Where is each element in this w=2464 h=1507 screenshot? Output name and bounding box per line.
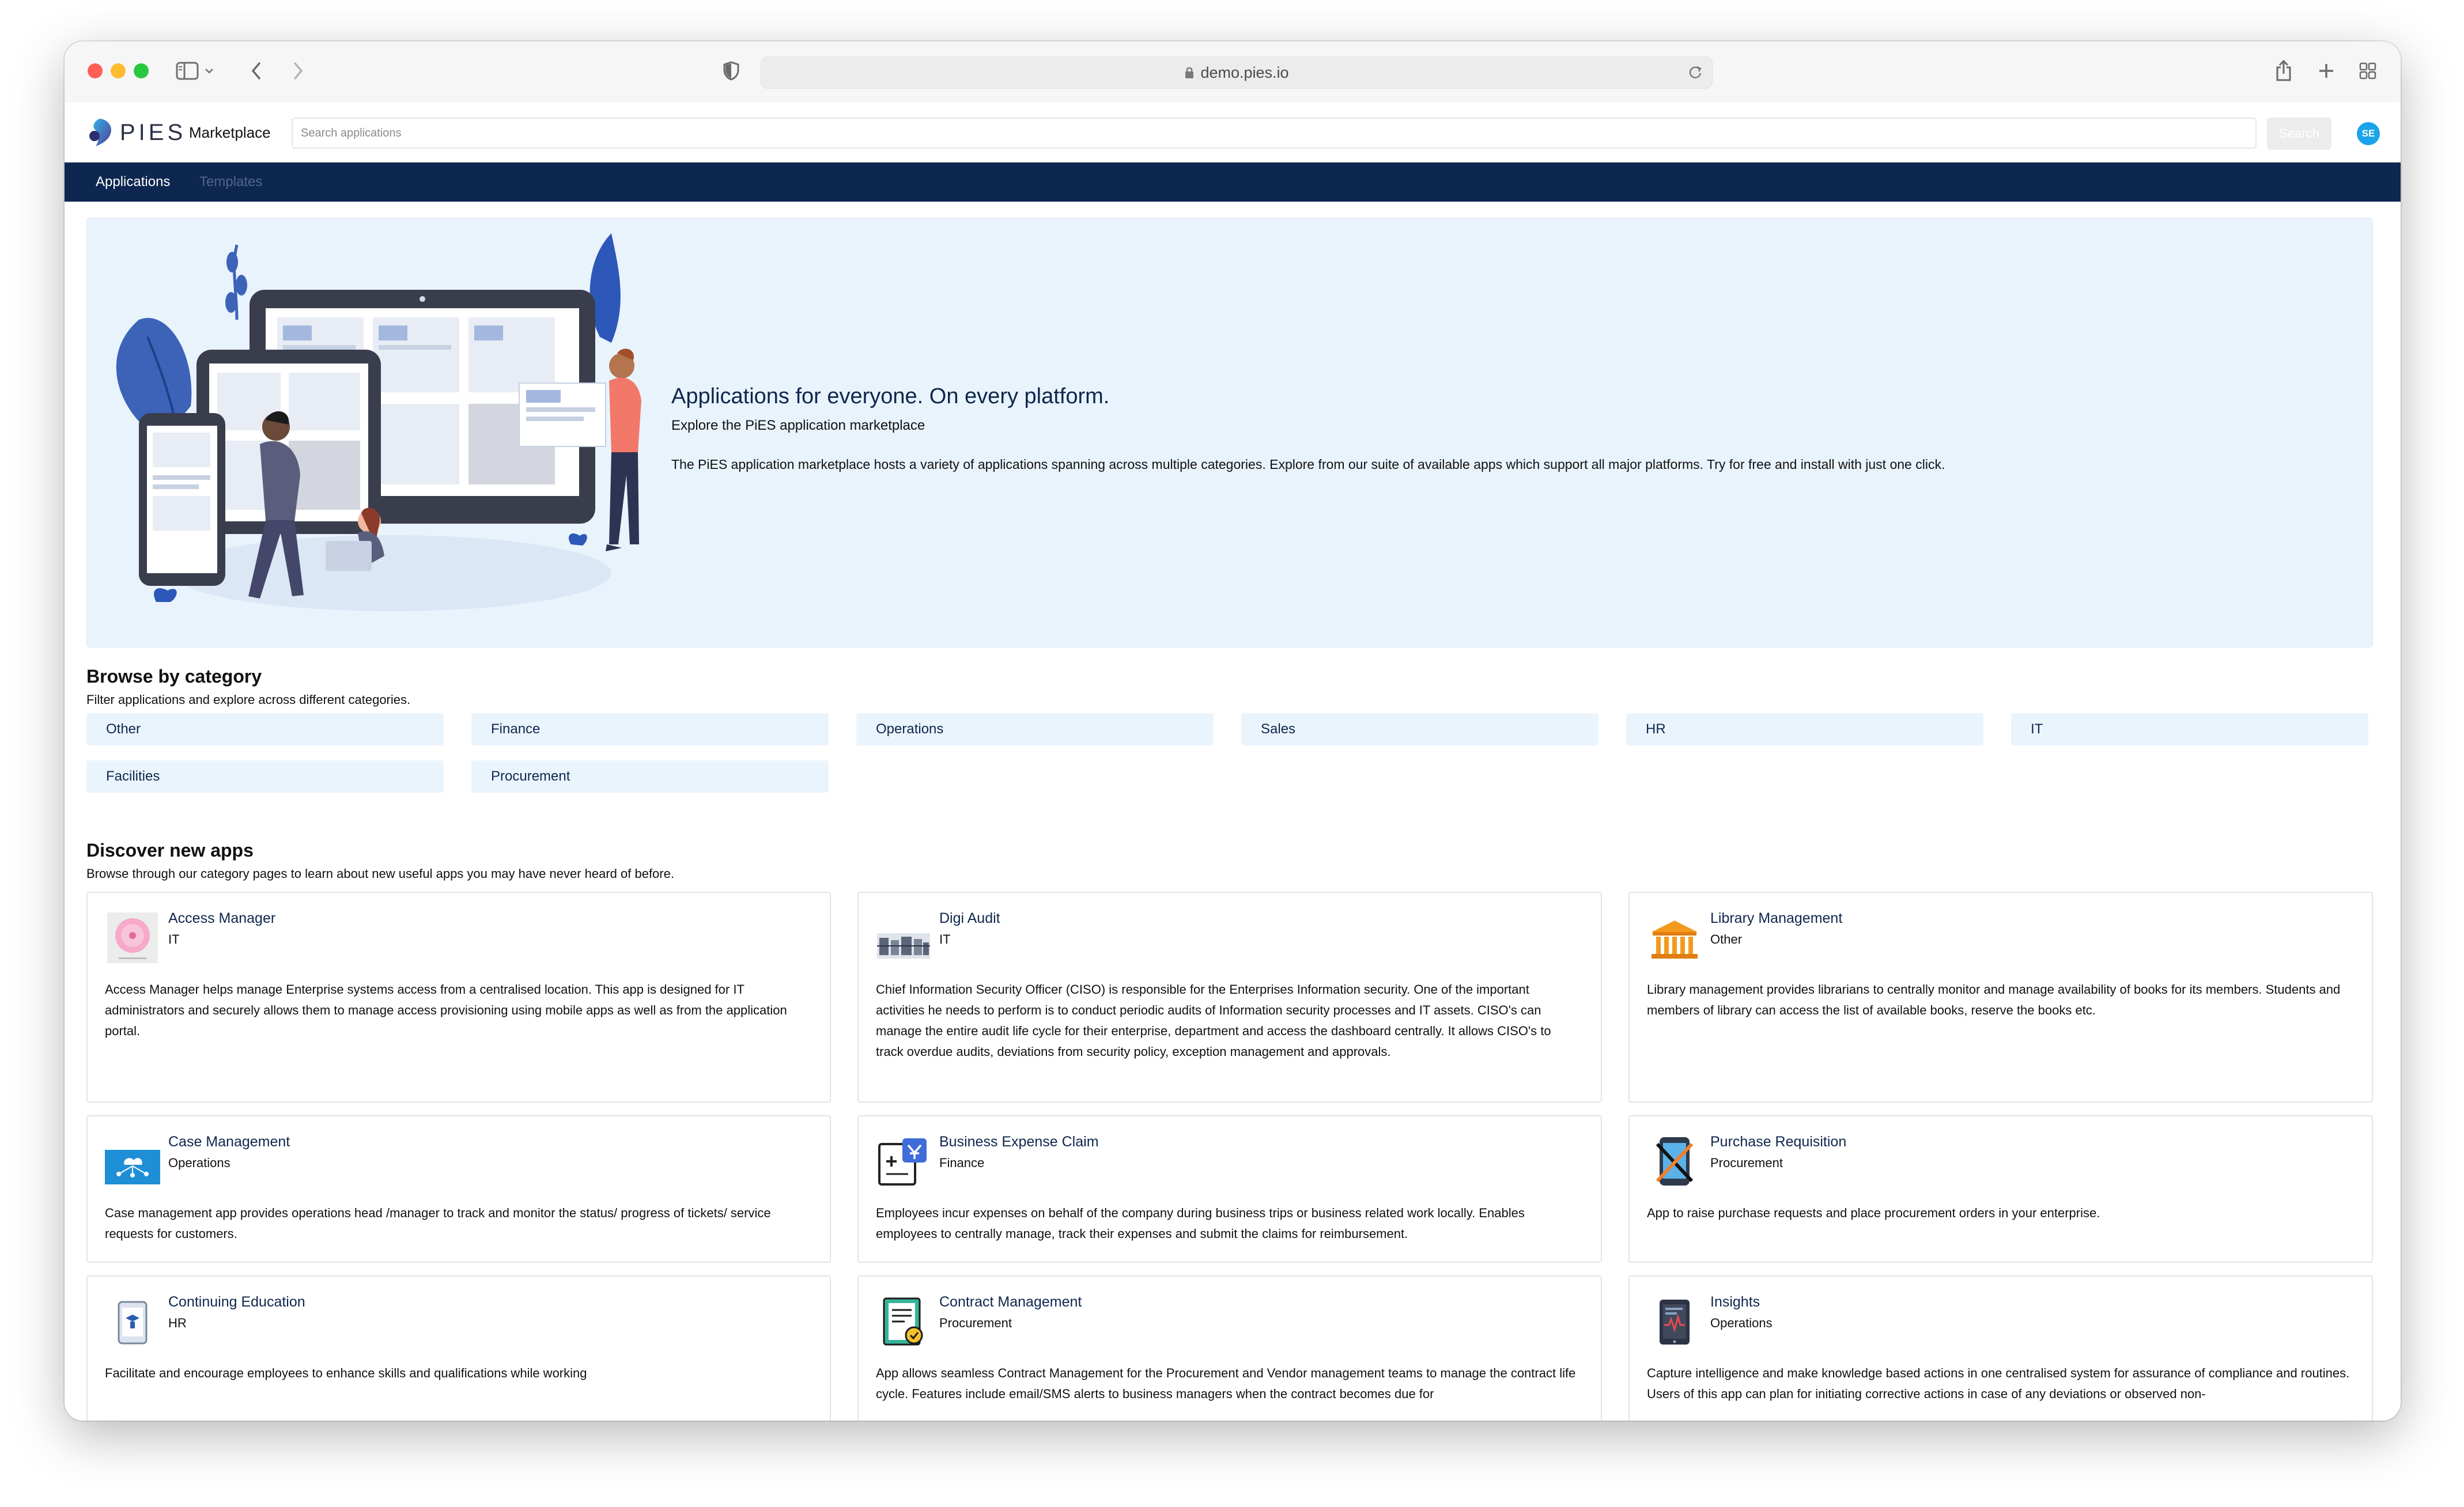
- expense-claim-icon: [876, 1134, 931, 1189]
- app-name[interactable]: Continuing Education: [168, 1294, 305, 1311]
- hero-title: Applications for everyone. On every plat…: [671, 384, 1110, 408]
- app-description: Case management app provides operations …: [105, 1206, 771, 1241]
- app-category: Operations: [168, 1156, 230, 1170]
- app-card-case-management[interactable]: Case Management Operations Case manageme…: [86, 1115, 831, 1263]
- category-facilities[interactable]: Facilities: [86, 760, 444, 793]
- new-tab-icon[interactable]: [2313, 58, 2340, 84]
- url-text: demo.pies.io: [1200, 64, 1289, 81]
- category-it[interactable]: IT: [2011, 713, 2368, 745]
- app-description: Facilitate and encourage employees to en…: [105, 1366, 587, 1380]
- share-icon[interactable]: [2270, 58, 2297, 84]
- app-name[interactable]: Purchase Requisition: [1710, 1134, 1846, 1150]
- app-card-contract-management[interactable]: Contract Management Procurement App allo…: [857, 1275, 1602, 1421]
- app-category: Procurement: [939, 1316, 1012, 1330]
- app-category: Operations: [1710, 1316, 1773, 1330]
- category-hr[interactable]: HR: [1626, 713, 1983, 745]
- continuing-education-icon: [105, 1294, 160, 1349]
- app-description: App to raise purchase requests and place…: [1647, 1206, 2100, 1220]
- digi-audit-icon: [876, 910, 931, 965]
- pies-logo[interactable]: PIES: [88, 116, 186, 149]
- browse-category-title: Browse by category: [86, 666, 262, 687]
- hero-subtitle: Explore the PiES application marketplace: [671, 418, 925, 433]
- library-building-icon: [1647, 910, 1702, 965]
- app-description: Employees incur expenses on behalf of th…: [876, 1206, 1525, 1241]
- insights-tablet-icon: [1647, 1294, 1702, 1349]
- app-category: Other: [1710, 932, 1743, 946]
- app-description: Library management provides librarians t…: [1647, 982, 2341, 1017]
- browse-category-subtitle: Filter applications and explore across d…: [86, 692, 411, 707]
- contract-document-icon: [876, 1294, 931, 1349]
- sidebar-icon[interactable]: [174, 58, 201, 84]
- pies-logo-icon: [89, 119, 112, 146]
- address-bar[interactable]: demo.pies.io: [761, 56, 1713, 89]
- app-card-continuing-education[interactable]: Continuing Education HR Facilitate and e…: [86, 1275, 831, 1421]
- main-content: Applications for everyone. On every plat…: [65, 202, 2401, 1421]
- app-category: IT: [168, 932, 180, 946]
- category-procurement[interactable]: Procurement: [471, 760, 829, 793]
- forward-icon[interactable]: [285, 58, 311, 84]
- tab-templates[interactable]: Templates: [199, 162, 262, 202]
- search-input[interactable]: [292, 118, 2257, 149]
- app-name[interactable]: Case Management: [168, 1134, 290, 1150]
- category-other[interactable]: Other: [86, 713, 444, 745]
- logo-text: PIES: [120, 119, 187, 145]
- app-name[interactable]: Insights: [1710, 1294, 1760, 1311]
- app-card-insights[interactable]: Insights Operations Capture intelligence…: [1628, 1275, 2373, 1421]
- page-title[interactable]: Marketplace: [189, 103, 271, 162]
- app-category: Finance: [939, 1156, 985, 1170]
- app-name[interactable]: Library Management: [1710, 910, 1842, 927]
- category-sales[interactable]: Sales: [1241, 713, 1598, 745]
- app-category: HR: [168, 1316, 187, 1330]
- app-card-digi-audit[interactable]: Digi Audit IT Chief Information Security…: [857, 892, 1602, 1103]
- discover-apps-subtitle: Browse through our category pages to lea…: [86, 866, 674, 881]
- avatar[interactable]: SE: [2357, 122, 2380, 145]
- discover-apps-title: Discover new apps: [86, 840, 254, 861]
- access-manager-icon: [105, 910, 160, 965]
- zoom-window-button[interactable]: [134, 63, 149, 78]
- shield-icon[interactable]: [718, 58, 745, 84]
- reload-icon[interactable]: [1687, 64, 1704, 81]
- app-category: IT: [939, 932, 951, 946]
- tab-overview-icon[interactable]: [2355, 58, 2381, 84]
- app-card-library-management[interactable]: Library Management Other Library managem…: [1628, 892, 2373, 1103]
- case-management-icon: [105, 1134, 160, 1189]
- category-finance[interactable]: Finance: [471, 713, 829, 745]
- app-description: App allows seamless Contract Management …: [876, 1366, 1576, 1401]
- app-description: Chief Information Security Officer (CISO…: [876, 982, 1551, 1059]
- browser-window: demo.pies.io PIES Marketplace Search app…: [65, 41, 2401, 1421]
- app-name[interactable]: Business Expense Claim: [939, 1134, 1099, 1150]
- chevron-down-icon[interactable]: [201, 58, 218, 84]
- app-card-purchase-requisition[interactable]: Purchase Requisition Procurement App to …: [1628, 1115, 2373, 1263]
- minimize-window-button[interactable]: [111, 63, 126, 78]
- close-window-button[interactable]: [88, 63, 103, 78]
- app-header: PIES Marketplace Search SE: [65, 103, 2401, 163]
- app-card-business-expense-claim[interactable]: Business Expense Claim Finance Employees…: [857, 1115, 1602, 1263]
- category-operations[interactable]: Operations: [856, 713, 1214, 745]
- app-name[interactable]: Digi Audit: [939, 910, 1000, 927]
- purchase-requisition-icon: [1647, 1134, 1702, 1189]
- hero-banner: Applications for everyone. On every plat…: [86, 218, 2373, 648]
- app-name[interactable]: Access Manager: [168, 910, 275, 927]
- browser-toolbar: demo.pies.io: [65, 41, 2401, 104]
- hero-illustration: [116, 233, 641, 611]
- app-name[interactable]: Contract Management: [939, 1294, 1082, 1311]
- app-description: Access Manager helps manage Enterprise s…: [105, 982, 787, 1038]
- app-card-access-manager[interactable]: Access Manager IT Access Manager helps m…: [86, 892, 831, 1103]
- tab-applications[interactable]: Applications: [96, 162, 170, 202]
- search-button[interactable]: Search: [2267, 118, 2331, 150]
- app-category: Procurement: [1710, 1156, 1783, 1170]
- app-description: Capture intelligence and make knowledge …: [1647, 1366, 2350, 1401]
- back-icon[interactable]: [243, 58, 270, 84]
- hero-description: The PiES application marketplace hosts a…: [671, 457, 1945, 472]
- lock-icon: [1184, 58, 1195, 89]
- nav-bar: Applications Templates: [65, 162, 2401, 202]
